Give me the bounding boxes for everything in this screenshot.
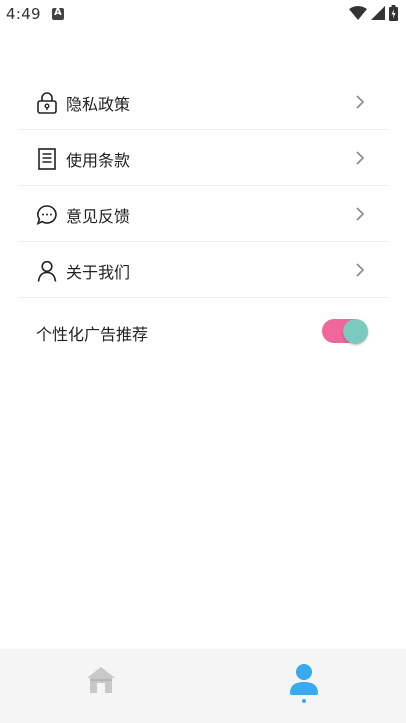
status-time: 4:49 [6, 5, 41, 23]
document-icon [38, 148, 56, 170]
active-tab-indicator [302, 699, 306, 703]
personalized-ads-row: 个性化广告推荐 [18, 304, 388, 359]
menu-item-privacy-policy[interactable]: 隐私政策 [18, 74, 388, 130]
status-icons [349, 5, 398, 21]
menu-item-feedback[interactable]: 意见反馈 [18, 186, 388, 242]
menu-item-terms-of-use[interactable]: 使用条款 [18, 130, 388, 186]
signal-icon [371, 6, 385, 20]
chevron-right-icon [356, 95, 365, 109]
status-bar: 4:49 A [0, 0, 406, 30]
bottom-nav [0, 649, 406, 723]
user-icon[interactable] [288, 663, 320, 703]
a-letter-icon: A [52, 7, 64, 20]
chevron-right-icon [356, 207, 365, 221]
chevron-right-icon [356, 151, 365, 165]
menu-item-about-us[interactable]: 关于我们 [18, 242, 388, 298]
menu-item-label: 意见反馈 [66, 207, 131, 226]
lock-icon [37, 92, 57, 114]
home-icon[interactable] [86, 665, 116, 695]
wifi-icon [349, 6, 367, 20]
settings-menu: 隐私政策 使用条款 意见反馈 关于我们 [18, 74, 388, 298]
toggle-knob [343, 319, 368, 344]
menu-item-label: 隐私政策 [66, 95, 131, 114]
personalized-ads-label: 个性化广告推荐 [36, 325, 149, 344]
menu-item-label: 关于我们 [66, 263, 131, 282]
chat-bubble-icon [36, 205, 57, 226]
person-icon [37, 260, 57, 282]
menu-item-label: 使用条款 [66, 151, 131, 170]
battery-icon [389, 5, 398, 21]
chevron-right-icon [356, 263, 365, 277]
personalized-ads-toggle[interactable] [322, 319, 368, 344]
